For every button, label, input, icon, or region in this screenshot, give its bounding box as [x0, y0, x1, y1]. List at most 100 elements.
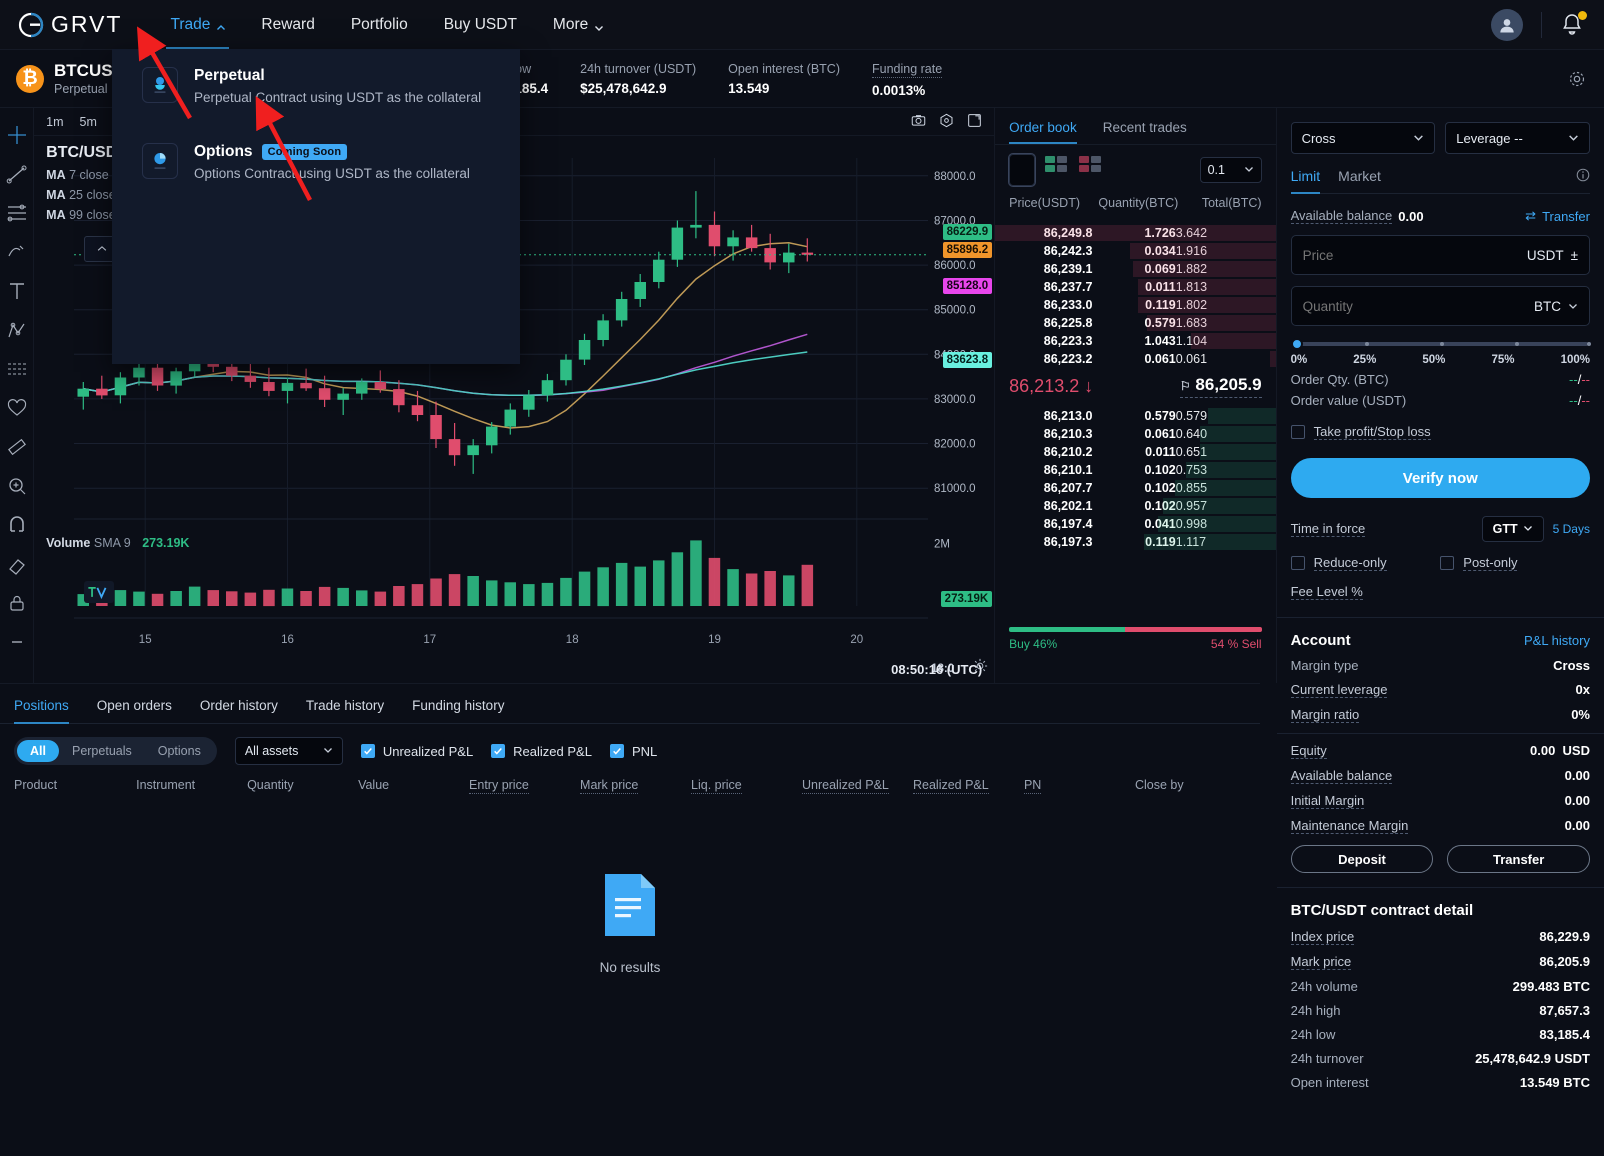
tab-positions[interactable]: Positions: [14, 698, 69, 724]
order-book-row[interactable]: 86,225.8 0.579 1.683: [995, 314, 1276, 332]
table-header-cell[interactable]: Realized P&L: [912, 778, 1024, 794]
order-book-row[interactable]: 86,197.3 0.119 1.117: [995, 533, 1276, 551]
nav-item-buy-usdt[interactable]: Buy USDT: [426, 0, 535, 50]
tab-market[interactable]: Market: [1338, 168, 1381, 193]
price-grouping-select[interactable]: 0.1: [1199, 157, 1262, 183]
order-book-row[interactable]: 86,237.7 0.011 1.813: [995, 278, 1276, 296]
more-tools-icon[interactable]: [6, 631, 28, 653]
segment-all[interactable]: All: [17, 740, 59, 762]
trend-line-icon[interactable]: [6, 163, 28, 185]
tradingview-logo-icon[interactable]: [84, 581, 115, 603]
order-book-row[interactable]: 86,223.3 1.043 1.104: [995, 332, 1276, 350]
timeframe-5m[interactable]: 5m: [80, 115, 97, 129]
gear-icon[interactable]: [1568, 70, 1586, 93]
tab-limit[interactable]: Limit: [1290, 168, 1320, 194]
timeframe-1m[interactable]: 1m: [46, 115, 63, 129]
crosshair-icon[interactable]: [6, 124, 28, 146]
tab-funding-history[interactable]: Funding history: [412, 698, 504, 723]
eraser-icon[interactable]: [6, 553, 28, 575]
mark-price[interactable]: ⚐ 86,205.9: [1179, 375, 1262, 398]
price-input[interactable]: USDT ±: [1290, 235, 1590, 275]
order-book-row[interactable]: 86,239.1 0.069 1.882: [995, 260, 1276, 278]
unrealized-pnl-checkbox[interactable]: [360, 744, 375, 758]
fee-level-label[interactable]: Fee Level %: [1290, 584, 1363, 600]
order-book-row[interactable]: 86,202.1 0.102 0.957: [995, 497, 1276, 515]
filter-unrealized-pnl[interactable]: Unrealized P&L: [360, 744, 473, 759]
brand-logo[interactable]: GRVT: [18, 11, 122, 38]
fullscreen-icon[interactable]: [967, 113, 982, 131]
asset-filter-select[interactable]: All assets: [234, 737, 343, 765]
order-book-row[interactable]: 86,210.1 0.102 0.753: [995, 461, 1276, 479]
ruler-icon[interactable]: [6, 436, 28, 458]
slider-tick-0[interactable]: 0%: [1291, 354, 1308, 366]
table-header-cell[interactable]: PN: [1023, 778, 1135, 794]
quantity-field[interactable]: [1302, 298, 1534, 314]
horizontal-lines-icon[interactable]: [6, 202, 28, 224]
bids-depth-icon[interactable]: [1043, 154, 1069, 174]
order-book-row[interactable]: 86,213.0 0.579 0.579: [995, 407, 1276, 425]
pnl-history-link[interactable]: P&L history: [1524, 633, 1590, 648]
pattern-tool-icon[interactable]: [6, 319, 28, 341]
transfer-button[interactable]: Transfer: [1447, 845, 1590, 873]
tab-order-history[interactable]: Order history: [200, 698, 278, 723]
post-only-checkbox[interactable]: [1440, 556, 1455, 570]
reduce-only-option[interactable]: Reduce-only: [1290, 555, 1441, 571]
asks-depth-icon[interactable]: [1077, 154, 1103, 174]
slider-knob[interactable]: [1290, 338, 1303, 350]
dropdown-item-options[interactable]: Options Coming Soon Options Contract usi…: [112, 105, 520, 181]
reduce-only-checkbox[interactable]: [1290, 556, 1305, 570]
tif-select[interactable]: GTT: [1481, 516, 1544, 542]
fib-tool-icon[interactable]: [6, 358, 28, 380]
zoom-in-icon[interactable]: [6, 475, 28, 497]
dropdown-item-perpetual[interactable]: Perpetual Perpetual Contract using USDT …: [112, 49, 520, 105]
info-icon[interactable]: [1576, 168, 1590, 193]
filter-realized-pnl[interactable]: Realized P&L: [491, 744, 592, 759]
tab-order-book[interactable]: Order book: [1009, 120, 1077, 144]
nav-item-portfolio[interactable]: Portfolio: [333, 0, 426, 50]
bell-icon[interactable]: [1560, 10, 1587, 38]
realized-pnl-checkbox[interactable]: [491, 744, 506, 758]
order-book-row[interactable]: 86,242.3 0.034 1.916: [995, 242, 1276, 260]
margin-mode-select[interactable]: Cross: [1290, 122, 1436, 154]
order-book-row[interactable]: 86,207.7 0.102 0.855: [995, 479, 1276, 497]
slider-tick-75[interactable]: 75%: [1491, 354, 1514, 366]
quantity-unit-select[interactable]: BTC: [1534, 299, 1578, 314]
curve-draw-icon[interactable]: [6, 241, 28, 263]
order-book-row[interactable]: 86,197.4 0.041 0.998: [995, 515, 1276, 533]
text-tool-icon[interactable]: [6, 280, 28, 302]
slider-tick-25[interactable]: 25%: [1353, 354, 1376, 366]
order-book-row[interactable]: 86,210.2 0.011 0.651: [995, 443, 1276, 461]
pnl-checkbox[interactable]: [609, 744, 624, 758]
order-book-row[interactable]: 86,223.2 0.061 0.061: [995, 350, 1276, 368]
deposit-button[interactable]: Deposit: [1290, 845, 1434, 873]
quantity-input[interactable]: BTC: [1290, 286, 1590, 326]
segment-perpetuals[interactable]: Perpetuals: [59, 740, 145, 762]
lock-icon[interactable]: [6, 592, 28, 614]
tab-recent-trades[interactable]: Recent trades: [1103, 120, 1187, 144]
post-only-option[interactable]: Post-only: [1440, 555, 1590, 571]
target-icon[interactable]: [939, 113, 954, 131]
user-avatar-icon[interactable]: [1491, 8, 1523, 41]
segment-options[interactable]: Options: [145, 740, 214, 762]
quantity-slider[interactable]: [1290, 338, 1591, 350]
price-field[interactable]: [1302, 247, 1527, 263]
tab-trade-history[interactable]: Trade history: [306, 698, 384, 723]
filter-pnl[interactable]: PNL: [609, 744, 657, 759]
stat-funding-rate[interactable]: Funding rate 0.0013%: [871, 60, 943, 98]
table-header-cell[interactable]: Unrealized P&L: [802, 778, 913, 794]
magnet-icon[interactable]: [6, 514, 28, 536]
order-book-row[interactable]: 86,249.8 1.726 3.642: [995, 224, 1276, 242]
favorites-heart-icon[interactable]: [6, 397, 28, 419]
nav-item-trade[interactable]: Trade: [152, 0, 243, 50]
order-book-row[interactable]: 86,210.3 0.061 0.640: [995, 425, 1276, 443]
tpsl-row[interactable]: Take profit/Stop loss: [1290, 424, 1590, 440]
submit-order-button[interactable]: Verify now: [1290, 458, 1590, 498]
nav-item-reward[interactable]: Reward: [243, 0, 332, 50]
tab-open-orders[interactable]: Open orders: [97, 698, 172, 723]
slider-tick-100[interactable]: 100%: [1561, 354, 1590, 366]
slider-tick-50[interactable]: 50%: [1422, 354, 1445, 366]
nav-item-more[interactable]: More: [535, 0, 621, 50]
transfer-link[interactable]: ⇄ Transfer: [1525, 208, 1590, 224]
order-book-row[interactable]: 86,233.0 0.119 1.802: [995, 296, 1276, 314]
both-depth-icon[interactable]: [1008, 153, 1037, 187]
